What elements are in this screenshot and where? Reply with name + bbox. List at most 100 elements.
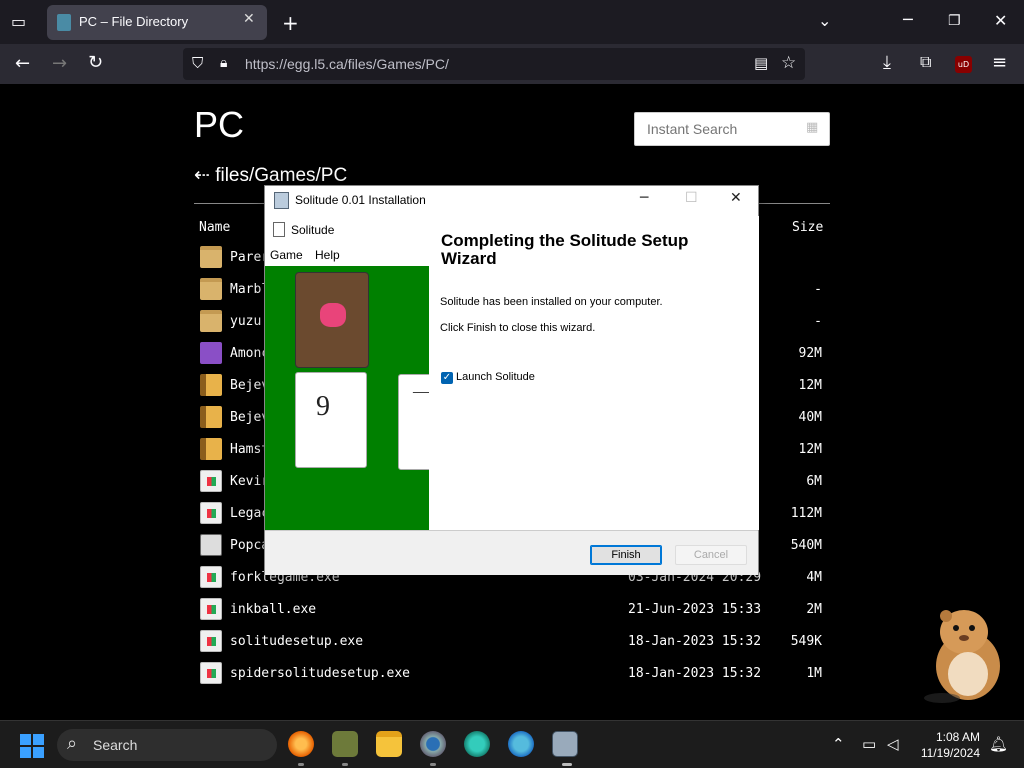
- folder-icon: [200, 246, 222, 268]
- file-size: 40M: [798, 410, 822, 425]
- new-tab-icon[interactable]: +: [282, 13, 299, 33]
- notification-bell-icon[interactable]: 🔔︎: [989, 735, 1008, 753]
- finish-button[interactable]: Finish: [590, 545, 662, 565]
- clock-time: 1:08 AM: [935, 730, 980, 744]
- file-size: 112M: [790, 506, 822, 521]
- wizard-line-2: Click Finish to close this wizard.: [440, 322, 596, 334]
- exe-icon: [200, 470, 222, 492]
- wizard-content: Completing the Solitude Setup Wizard Sol…: [429, 216, 759, 530]
- back-icon[interactable]: ←: [15, 55, 30, 73]
- file-size: 540M: [790, 538, 822, 553]
- card-value: —: [413, 381, 429, 402]
- tab-title: PC – File Directory: [79, 14, 189, 29]
- chevron-up-icon[interactable]: ⌃: [832, 735, 845, 753]
- page-title: PC: [194, 104, 245, 145]
- zip-icon: [200, 406, 222, 428]
- file-name[interactable]: yuzu: [230, 314, 261, 329]
- dialog-titlebar[interactable]: Solitude 0.01 Installation ─ ☐ ✕: [265, 186, 758, 216]
- file-date: 18-Jan-2023 15:32: [628, 666, 762, 681]
- game-app-icon[interactable]: [332, 731, 358, 757]
- card-back: [295, 272, 369, 368]
- zip-icon: [200, 374, 222, 396]
- firefox-icon[interactable]: [288, 731, 314, 757]
- network-icon[interactable]: ▭: [862, 735, 876, 753]
- folder-icon: [200, 310, 222, 332]
- search-icon: ⌕: [67, 733, 78, 754]
- tab-file-directory[interactable]: PC – File Directory ✕: [47, 5, 267, 40]
- breadcrumb[interactable]: ⇠ files/Games/PC: [194, 164, 347, 187]
- file-size: 12M: [798, 442, 822, 457]
- cancel-button: Cancel: [675, 545, 747, 565]
- taskbar: ⌕ Search ⌃ ▭ ◁ 1:08 AM 11/19/2024 🔔︎: [0, 720, 1024, 768]
- shield-icon[interactable]: ⛉: [192, 56, 203, 71]
- url-text[interactable]: https://egg.l5.ca/files/Games/PC/: [245, 56, 449, 72]
- nav-bar: ← → ↻ ⛉ 🔒︎ https://egg.l5.ca/files/Games…: [0, 44, 1024, 84]
- playing-card: —: [398, 374, 429, 470]
- tab-close-icon[interactable]: ✕: [243, 11, 255, 27]
- wizard-heading: Completing the Solitude Setup Wizard: [441, 231, 689, 268]
- url-bar[interactable]: ⛉ 🔒︎ https://egg.l5.ca/files/Games/PC/ ▤…: [183, 48, 805, 80]
- clock[interactable]: 1:08 AM 11/19/2024: [916, 729, 980, 761]
- file-date: 18-Jan-2023 15:32: [628, 634, 762, 649]
- card-table: 9 —: [265, 266, 429, 530]
- column-header-name[interactable]: Name: [199, 220, 230, 235]
- file-date: 21-Jun-2023 15:33: [628, 602, 762, 617]
- exe-icon: [200, 566, 222, 588]
- bookmark-star-icon[interactable]: ☆: [781, 55, 796, 72]
- file-size: 2M: [806, 602, 822, 617]
- menu-game[interactable]: Game: [270, 248, 303, 262]
- settings-running-indicator: [430, 763, 436, 766]
- menu-help[interactable]: Help: [315, 248, 340, 262]
- maximize-icon[interactable]: ❐: [948, 14, 961, 28]
- installer-running-indicator: [562, 763, 572, 766]
- volume-icon[interactable]: ◁: [887, 735, 899, 753]
- exe-icon: [200, 662, 222, 684]
- playing-card: 9: [295, 372, 367, 468]
- column-header-size[interactable]: Size: [792, 220, 823, 235]
- chevron-down-icon[interactable]: ⌄: [818, 13, 831, 29]
- file-name[interactable]: inkball.exe: [230, 602, 316, 617]
- file-size: 92M: [798, 346, 822, 361]
- start-button[interactable]: [20, 734, 44, 758]
- settings-icon[interactable]: [420, 731, 446, 757]
- dialog-close-icon[interactable]: ✕: [730, 190, 742, 206]
- solitude-preview-window: Solitude Game Help 9 —: [265, 216, 429, 530]
- reload-icon[interactable]: ↻: [88, 54, 103, 72]
- solitude-window-title: Solitude: [291, 223, 335, 237]
- browser-app-icon[interactable]: [464, 731, 490, 757]
- file-explorer-icon[interactable]: [376, 731, 402, 757]
- hamster-image: [924, 610, 1000, 703]
- file-row[interactable]: inkball.exe 21-Jun-2023 15:33 2M: [194, 594, 830, 626]
- menu-icon[interactable]: ≡: [992, 54, 1007, 72]
- forward-icon[interactable]: →: [52, 55, 67, 73]
- gem-image: [320, 303, 346, 327]
- card-value: 9: [316, 391, 330, 422]
- dialog-minimize-icon[interactable]: ─: [640, 190, 648, 206]
- exe-icon: [200, 598, 222, 620]
- file-size: 12M: [798, 378, 822, 393]
- file-size: -: [814, 314, 822, 329]
- file-name[interactable]: solitudesetup.exe: [230, 634, 363, 649]
- launch-checkbox[interactable]: ✓: [441, 372, 453, 384]
- file-row[interactable]: solitudesetup.exe 18-Jan-2023 15:32 549K: [194, 626, 830, 658]
- tab-favicon-icon: [57, 14, 71, 31]
- installer-dialog: Solitude 0.01 Installation ─ ☐ ✕ Solitud…: [264, 185, 759, 575]
- file-row[interactable]: spidersolitudesetup.exe 18-Jan-2023 15:32…: [194, 658, 830, 690]
- search-input[interactable]: [634, 112, 830, 146]
- installer-icon: [200, 534, 222, 556]
- installer-taskbar-icon[interactable]: [552, 731, 578, 757]
- ublock-icon[interactable]: uD: [955, 56, 972, 73]
- tab-list-icon[interactable]: ▭: [11, 14, 26, 30]
- tab-bar: ▭ PC – File Directory ✕ + ⌄ ─ ❐ ✕: [0, 0, 1024, 44]
- edge-icon[interactable]: [508, 731, 534, 757]
- reader-view-icon[interactable]: ▤: [754, 56, 768, 71]
- taskbar-search[interactable]: ⌕ Search: [57, 729, 277, 761]
- launch-checkbox-label[interactable]: Launch Solitude: [456, 371, 535, 383]
- lock-icon[interactable]: 🔒︎: [220, 56, 227, 70]
- file-name[interactable]: spidersolitudesetup.exe: [230, 666, 410, 681]
- minimize-icon[interactable]: ─: [903, 12, 913, 28]
- close-window-icon[interactable]: ✕: [994, 13, 1007, 29]
- download-icon[interactable]: ⤓: [883, 54, 891, 72]
- extensions-icon[interactable]: ⧉: [920, 54, 931, 70]
- file-size: 1M: [806, 666, 822, 681]
